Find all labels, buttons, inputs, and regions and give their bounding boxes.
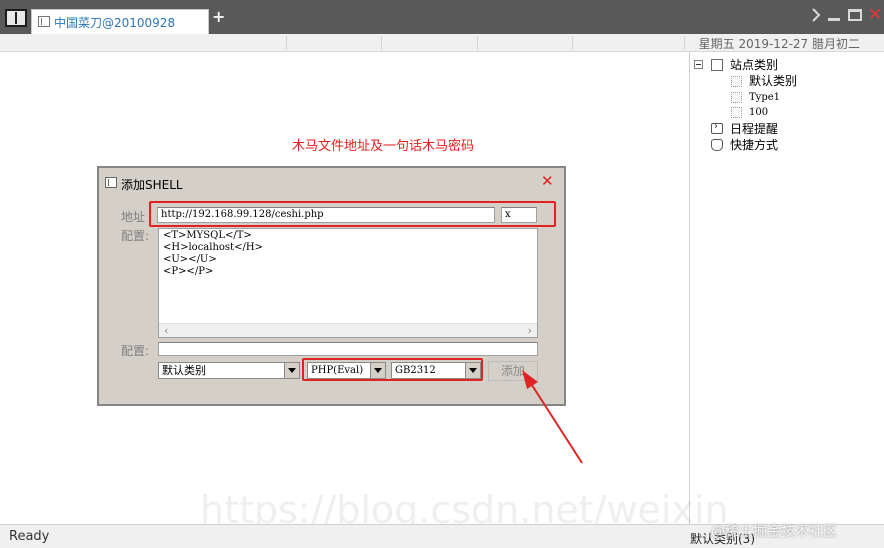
config2-input[interactable] — [158, 342, 538, 356]
config-label: 配置: — [121, 229, 150, 243]
config2-label: 配置: — [121, 344, 150, 358]
chevron-down-icon — [284, 363, 299, 378]
collapse-toggle-icon[interactable] — [694, 60, 703, 69]
date-header: 星期五 2019-12-27 腊月初二 — [0, 34, 884, 52]
header-separator — [477, 36, 478, 50]
close-window-button[interactable]: ✕ — [868, 5, 882, 25]
header-separator — [684, 36, 685, 50]
config-textarea[interactable]: <T>MYSQL</T> <H>localhost</H> <U></U> <P… — [158, 228, 538, 338]
panel-divider[interactable] — [689, 52, 690, 524]
highlight-box-type — [302, 358, 483, 381]
scroll-left-icon[interactable]: ‹ — [164, 325, 168, 337]
window-icon — [38, 16, 50, 27]
add-button[interactable]: 添加 — [488, 361, 538, 381]
config-line: <P></P> — [163, 266, 214, 277]
title-bar: 中国菜刀@20100928 + ✕ — [0, 0, 884, 34]
chevron-right-icon[interactable] — [810, 7, 822, 23]
annotation-label: 木马文件地址及一句话木马密码 — [292, 139, 475, 154]
new-tab-button[interactable]: + — [212, 9, 225, 25]
app-logo-icon[interactable] — [5, 9, 27, 27]
config-line: <H>localhost</H> — [163, 242, 263, 253]
header-separator — [572, 36, 573, 50]
dialog-title: 添加SHELL — [121, 178, 183, 192]
header-separator — [381, 36, 382, 50]
date-display: 星期五 2019-12-27 腊月初二 — [698, 37, 860, 51]
tree-item-site-category[interactable]: 站点类别 — [730, 58, 778, 72]
dialog-title-bar[interactable]: 添加SHELL ✕ — [99, 168, 564, 194]
tab-label: 中国菜刀@20100928 — [54, 16, 176, 30]
window-icon — [105, 177, 117, 188]
tree-item-default-category[interactable]: 默认类别 — [749, 74, 797, 88]
calendar-icon — [711, 121, 723, 134]
leaf-icon — [731, 76, 742, 87]
category-select[interactable]: 默认类别 — [158, 362, 300, 379]
tab-main[interactable]: 中国菜刀@20100928 — [31, 9, 209, 34]
status-text: Ready — [9, 529, 50, 544]
minimize-button[interactable] — [828, 18, 840, 21]
dialog-close-button[interactable]: ✕ — [541, 173, 554, 189]
tree-item-type1[interactable]: Type1 — [749, 91, 780, 105]
tree-item-schedule[interactable]: 日程提醒 — [730, 122, 778, 136]
highlight-box-address — [149, 201, 556, 227]
brand-watermark: @稀土掘金技术社区 — [711, 524, 837, 540]
hand-icon — [711, 139, 723, 151]
leaf-icon — [731, 107, 742, 118]
folder-icon — [711, 59, 723, 71]
tree-item-100[interactable]: 100 — [749, 106, 768, 120]
config-text: <T>MYSQL</T> <H>localhost</H> <U></U> <P… — [163, 230, 263, 278]
category-value: 默认类别 — [162, 364, 206, 377]
maximize-button[interactable] — [848, 9, 862, 21]
leaf-icon — [731, 92, 742, 103]
tree-item-shortcuts[interactable]: 快捷方式 — [730, 138, 778, 152]
config-line: <T>MYSQL</T> — [163, 230, 252, 241]
header-separator — [286, 36, 287, 50]
horizontal-scrollbar[interactable]: ‹ › — [159, 323, 537, 337]
scroll-right-icon[interactable]: › — [528, 325, 532, 337]
config-line: <U></U> — [163, 254, 217, 265]
address-label: 地址 — [121, 210, 146, 224]
